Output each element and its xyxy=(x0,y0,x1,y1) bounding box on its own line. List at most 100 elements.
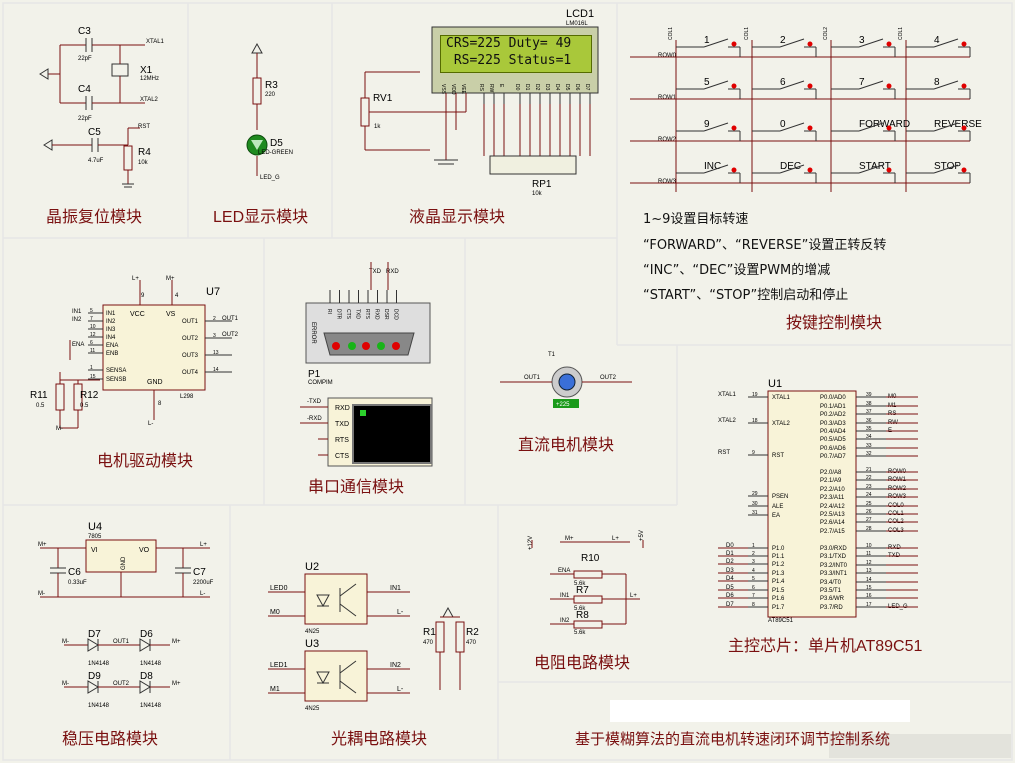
key-state-icon xyxy=(961,41,967,47)
mcu-pin-p3-7-rd: P3.7/RD xyxy=(820,605,843,611)
r1-label: R1 xyxy=(423,627,436,638)
l298-pin-num: 10 xyxy=(90,324,96,330)
l298-pin-enb: ENB xyxy=(106,351,118,357)
reg-m-plus: M+ xyxy=(38,542,47,548)
diode-label: D9 xyxy=(88,671,101,682)
xtal2-net: XTAL2 xyxy=(140,97,159,103)
l298-out1-net: OUT1 xyxy=(222,316,239,322)
mcu-pin-p2-4-a12: P2.4/A12 xyxy=(820,504,845,510)
mcu-pin-num: 35 xyxy=(866,426,872,432)
lcd-pin-vdd: VDD xyxy=(450,84,456,95)
mcu-pin-p3-6-wr: P3.6/WR xyxy=(820,596,845,602)
lcd-pin-d6: D6 xyxy=(574,84,580,91)
mcu-pin-p0-1-ad1: P0.1/AD1 xyxy=(820,404,846,410)
mcu-pin-xtal2: XTAL2 xyxy=(772,421,791,427)
mcu-pin-p1.0: P1.0 xyxy=(772,546,785,552)
l298-vcc: VCC xyxy=(130,311,145,318)
u2-led0: LED0 xyxy=(270,585,288,592)
key-label-9: 9 xyxy=(704,119,710,130)
l298-pin-out4: OUT4 xyxy=(182,370,199,376)
title-serial: 串口通信模块 xyxy=(308,478,404,496)
key-state-icon xyxy=(961,167,967,173)
r4-value: 10k xyxy=(138,160,149,166)
schematic-canvas: C3 22pF XTAL1 X1 12MHz C4 22pF XTAL2 C5 … xyxy=(0,0,1015,763)
key-state-icon xyxy=(731,41,737,47)
keypad-col-label: COL2 xyxy=(823,27,829,40)
key-state-icon xyxy=(961,125,967,131)
key-state-icon xyxy=(807,125,813,131)
crystal-reset-circuit: C3 22pF XTAL1 X1 12MHz C4 22pF XTAL2 C5 … xyxy=(39,26,165,188)
mcu-at89c51: U1 AT89C51 XTAL119XTAL1XTAL218XTAL2RST9R… xyxy=(718,378,918,624)
u2-l-minus: L- xyxy=(397,609,404,616)
xtal1-net: XTAL1 xyxy=(146,39,165,45)
reg-vi: VI xyxy=(91,547,98,554)
lcd-pin-rs: RS xyxy=(478,84,484,92)
mcu-pin-p2-2-a10: P2.2/A10 xyxy=(820,487,845,493)
c7-label: C7 xyxy=(193,567,206,578)
mcu-pin-num: 2 xyxy=(752,551,755,557)
mcu-pin-num: 14 xyxy=(866,577,872,583)
mcu-pin-num: 8 xyxy=(752,602,755,608)
mcu-pin-rst: RST xyxy=(772,453,784,459)
keypad-col-label: COL1 xyxy=(744,27,750,40)
mcu-pin-p0-6-ad6: P0.6/AD6 xyxy=(820,446,846,452)
u2-in1: IN1 xyxy=(390,585,401,592)
r2-value: 470 xyxy=(466,640,477,646)
mcu-pin-num: 13 xyxy=(866,568,872,574)
mcu-pin-num: 38 xyxy=(866,401,872,407)
u3-l-minus: L- xyxy=(397,686,404,693)
motor-reading: +225 xyxy=(556,402,570,408)
mcu-pin-num: 27 xyxy=(866,517,872,523)
mcu-pin-ea: EA xyxy=(772,513,780,519)
diode-label: D8 xyxy=(140,671,153,682)
mcu-pin-p3-1-txd: P3.1/TXD xyxy=(820,554,847,560)
mcu-pin-num: 19 xyxy=(752,392,758,398)
title-lcd-display: 液晶显示模块 xyxy=(409,208,505,226)
mcu-pin-p2-3-a11: P2.3/A11 xyxy=(820,495,845,501)
system-title: 基于模糊算法的直流电机转速闭环调节控制系统 xyxy=(575,730,890,748)
watermark-mask xyxy=(610,700,910,722)
l298-in2-net: IN2 xyxy=(72,317,82,323)
d5-label: D5 xyxy=(270,138,283,149)
mcu-pin-p3-0-rxd: P3.0/RXD xyxy=(820,546,847,552)
keypad-note-2: “FORWARD”、“REVERSE”设置正转反转 xyxy=(643,238,887,253)
key-label-stop: STOP xyxy=(934,161,961,172)
l298-pin-out2: OUT2 xyxy=(182,336,199,342)
u4-label: U4 xyxy=(88,521,102,533)
diode-icon xyxy=(139,680,151,694)
title-dc-motor: 直流电机模块 xyxy=(518,436,614,454)
rp1-label: RP1 xyxy=(532,179,552,190)
key-state-icon xyxy=(886,83,892,89)
lcd-pin-vss: VSS xyxy=(440,84,446,95)
l298-out2-net: OUT2 xyxy=(222,332,239,338)
keypad-row-label: ROW2 xyxy=(658,137,677,143)
l298-ref: U7 xyxy=(206,286,220,298)
mcu-pin-p1.5: P1.5 xyxy=(772,588,785,594)
mcu-net-label: RST xyxy=(718,450,730,456)
l298-pin-num: 2 xyxy=(213,316,216,322)
l298-pin-num: 3 xyxy=(213,333,216,339)
l298-ena-net: ENA xyxy=(72,342,84,348)
res-m-plus: M+ xyxy=(565,536,574,542)
lcd-pin-d4: D4 xyxy=(554,84,560,91)
key-label-2: 2 xyxy=(780,35,786,46)
r1-value: 470 xyxy=(423,640,434,646)
u3-led1: LED1 xyxy=(270,662,288,669)
motor-out1: OUT1 xyxy=(524,375,541,381)
serial-pin-dcd: DCD xyxy=(393,309,399,320)
l298-pin-num: 6 xyxy=(90,340,93,346)
mcu-pin-num: 28 xyxy=(866,526,872,532)
mcu-pin-num: 6 xyxy=(752,585,755,591)
diode-icon xyxy=(139,638,151,652)
serial-pin-ri: RI xyxy=(326,309,332,314)
l298-l-minus: L- xyxy=(148,421,153,427)
diode-label: D6 xyxy=(140,629,153,640)
mcu-pin-p3-3-int1: P3.3/INT1 xyxy=(820,571,848,577)
lcd-pin-d0: D0 xyxy=(514,84,520,91)
mcu-ref: U1 xyxy=(768,378,782,390)
key-state-icon xyxy=(731,167,737,173)
lcd-pin-vee: VEE xyxy=(460,84,466,95)
l298-pin-num: 5 xyxy=(90,308,93,314)
diode-net-m-plus: M+ xyxy=(172,639,181,645)
diode-value: 1N4148 xyxy=(140,703,162,709)
